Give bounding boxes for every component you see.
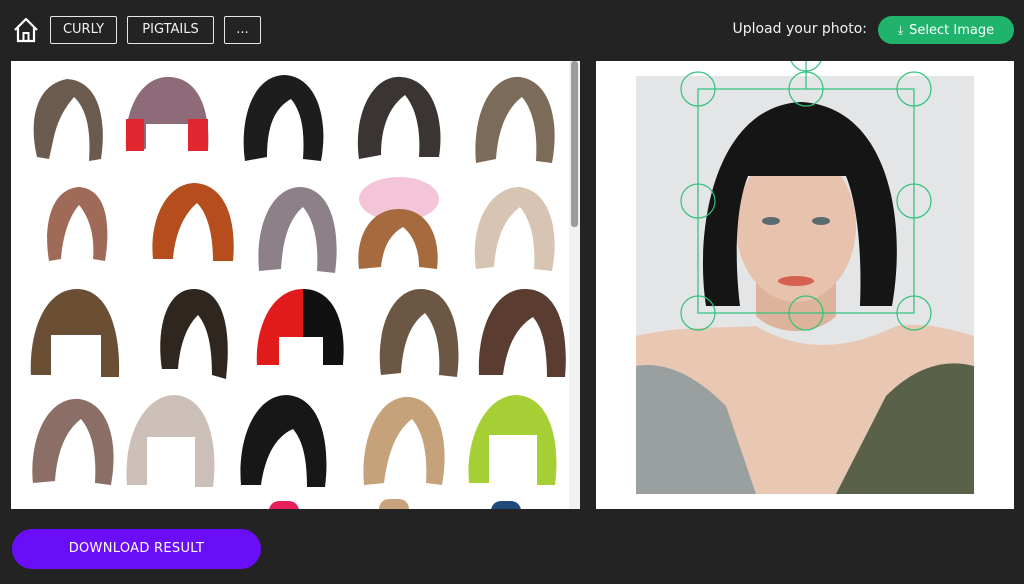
selection-overlay[interactable]: [596, 61, 1014, 509]
hairstyle-thumbnail[interactable]: [31, 179, 131, 283]
hairstyle-thumbnail[interactable]: [233, 69, 333, 173]
hairstyle-thumbnail[interactable]: [116, 69, 216, 173]
hairstyle-thumbnail[interactable]: [349, 169, 449, 273]
hairstyle-thumbnail[interactable]: [19, 69, 119, 173]
hairstyle-thumbnail-partial[interactable]: [491, 501, 521, 509]
filter-pigtails[interactable]: PIGTAILS: [127, 16, 214, 44]
hairstyle-thumbnail[interactable]: [463, 391, 563, 495]
select-image-label: Select Image: [909, 23, 995, 38]
home-icon[interactable]: [12, 16, 40, 44]
hairstyle-thumbnail[interactable]: [356, 391, 456, 495]
hairstyle-thumbnail[interactable]: [349, 69, 449, 173]
hairstyle-thumbnail-partial[interactable]: [379, 499, 409, 509]
select-image-button[interactable]: ⤓ Select Image: [878, 16, 1014, 44]
hairstyle-thumbnail[interactable]: [25, 391, 125, 495]
hairstyle-thumbnail[interactable]: [143, 179, 243, 283]
hairstyle-thumbnail[interactable]: [25, 283, 125, 387]
hairstyle-gallery[interactable]: [11, 61, 580, 509]
top-toolbar: CURLY PIGTAILS ... Upload your photo: ⤓ S…: [0, 0, 1024, 60]
hairstyle-thumbnail[interactable]: [473, 283, 573, 387]
hairstyle-thumbnail[interactable]: [121, 391, 221, 495]
hairstyle-thumbnail[interactable]: [466, 179, 566, 283]
download-icon: ⤓: [897, 23, 904, 37]
hairstyle-thumbnail[interactable]: [146, 283, 246, 387]
hairstyle-thumbnail[interactable]: [233, 391, 333, 495]
upload-label: Upload your photo:: [732, 21, 867, 37]
hairstyle-thumbnail[interactable]: [249, 179, 349, 283]
gallery-scrollbar-thumb[interactable]: [571, 61, 578, 227]
selection-box[interactable]: [697, 88, 915, 314]
download-result-button[interactable]: DOWNLOAD RESULT: [12, 529, 261, 569]
hairstyle-thumbnail[interactable]: [369, 283, 469, 387]
hairstyle-thumbnail[interactable]: [251, 283, 351, 387]
gallery-scrollbar[interactable]: [569, 61, 580, 509]
hairstyle-thumbnail-partial[interactable]: [269, 501, 299, 509]
filter-more[interactable]: ...: [224, 16, 261, 44]
filter-curly[interactable]: CURLY: [50, 16, 117, 44]
hairstyle-thumbnail[interactable]: [466, 69, 566, 173]
photo-preview: [596, 61, 1014, 509]
